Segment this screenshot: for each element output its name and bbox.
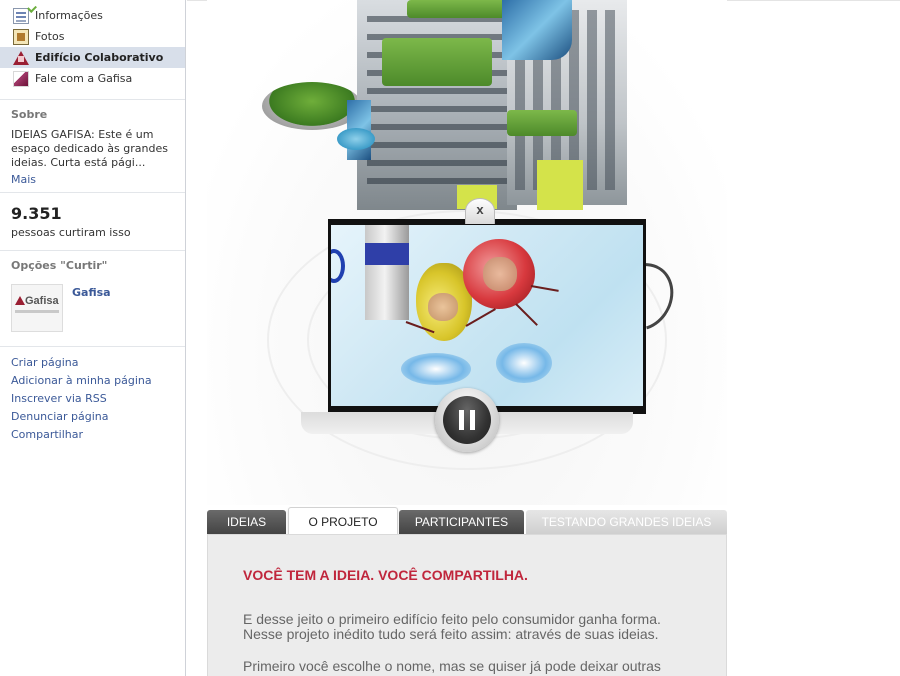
- subscribe-rss-link[interactable]: Inscrever via RSS: [0, 392, 185, 406]
- gafisa-triangle-icon: [15, 296, 25, 305]
- water-splash: [496, 343, 552, 383]
- nav-item-informacoes[interactable]: Informações: [0, 2, 185, 26]
- glass-facade: [502, 0, 572, 60]
- main-content: x IDEIAS O PROJETO PARTICIPANTES TESTAND…: [187, 0, 900, 676]
- apple-character: [463, 239, 535, 309]
- nav-item-label: Fotos: [35, 30, 65, 43]
- pool: [337, 128, 375, 150]
- logo-tagline: [15, 310, 59, 313]
- paragraph: Primeiro você escolhe o nome, mas se qui…: [243, 658, 661, 674]
- pause-icon: [443, 396, 491, 444]
- divider: [0, 192, 185, 193]
- tab-participantes[interactable]: PARTICIPANTES: [399, 510, 524, 534]
- tab-testando-grandes-ideias[interactable]: TESTANDO GRANDES IDEIAS: [526, 510, 727, 534]
- page-nav: Informações Fotos Edifício Colaborativo …: [0, 0, 185, 89]
- left-sidebar: Informações Fotos Edifício Colaborativo …: [0, 0, 186, 676]
- content-tabs: IDEIAS O PROJETO PARTICIPANTES TESTANDO …: [207, 507, 727, 545]
- liked-page-name[interactable]: Gafisa: [72, 286, 111, 332]
- about-more-link[interactable]: Mais: [0, 173, 185, 186]
- nav-item-fotos[interactable]: Fotos: [0, 26, 185, 47]
- water-splash: [401, 353, 471, 385]
- add-to-my-page-link[interactable]: Adicionar à minha página: [0, 374, 185, 388]
- tab-content-panel: VOCÊ TEM A IDEIA. VOCÊ COMPARTILHA. E de…: [207, 534, 727, 676]
- lime-panel: [537, 160, 583, 210]
- video-player[interactable]: [328, 219, 646, 414]
- create-page-link[interactable]: Criar página: [0, 356, 185, 370]
- gafisa-logo-text: Gafisa: [25, 295, 59, 307]
- divider: [0, 99, 185, 100]
- likes-options-heading: Opções "Curtir": [11, 259, 108, 272]
- likes-label: pessoas curtiram isso: [11, 226, 131, 239]
- share-link[interactable]: Compartilhar: [0, 428, 185, 442]
- green-roof: [407, 0, 517, 18]
- page-actions: Criar página Adicionar à minha página In…: [0, 356, 185, 442]
- hero-building-illustration: x: [207, 0, 727, 505]
- video-frame[interactable]: [331, 225, 643, 406]
- nav-item-label: Informações: [35, 9, 103, 22]
- info-page-icon: [13, 2, 37, 24]
- nav-item-fale-com-a-gafisa[interactable]: Fale com a Gafisa: [0, 68, 185, 89]
- green-roof: [507, 110, 577, 136]
- video-pillar: [365, 225, 409, 320]
- report-page-link[interactable]: Denunciar página: [0, 410, 185, 424]
- nav-item-label: Edifício Colaborativo: [35, 51, 164, 64]
- gafisa-logo[interactable]: Gafisa: [11, 284, 63, 332]
- nav-item-edificio-colaborativo[interactable]: Edifício Colaborativo: [0, 47, 185, 68]
- green-roof: [382, 38, 492, 86]
- nav-item-label: Fale com a Gafisa: [35, 72, 133, 85]
- tab-ideias[interactable]: IDEIAS: [207, 510, 286, 534]
- pause-button[interactable]: [435, 388, 499, 452]
- photos-icon: [13, 28, 29, 45]
- close-button[interactable]: x: [465, 198, 495, 224]
- paragraph: E desse jeito o primeiro edifício feito …: [243, 611, 661, 642]
- gafisa-quill-icon: [13, 70, 29, 87]
- blue-ring: [331, 249, 345, 283]
- about-text: IDEIAS GAFISA: Este é um espaço dedicado…: [11, 128, 168, 169]
- character-limb: [515, 303, 538, 326]
- likes-count: 9.351: [11, 204, 62, 223]
- liked-page-row: Gafisa Gafisa: [0, 284, 185, 332]
- section-title: VOCÊ TEM A IDEIA. VOCÊ COMPARTILHA.: [243, 567, 528, 583]
- divider: [0, 250, 185, 251]
- divider: [0, 346, 185, 347]
- character-limb: [530, 285, 559, 292]
- about-heading: Sobre: [11, 108, 48, 121]
- gafisa-triangle-icon: [13, 50, 29, 65]
- building-block: [357, 0, 517, 210]
